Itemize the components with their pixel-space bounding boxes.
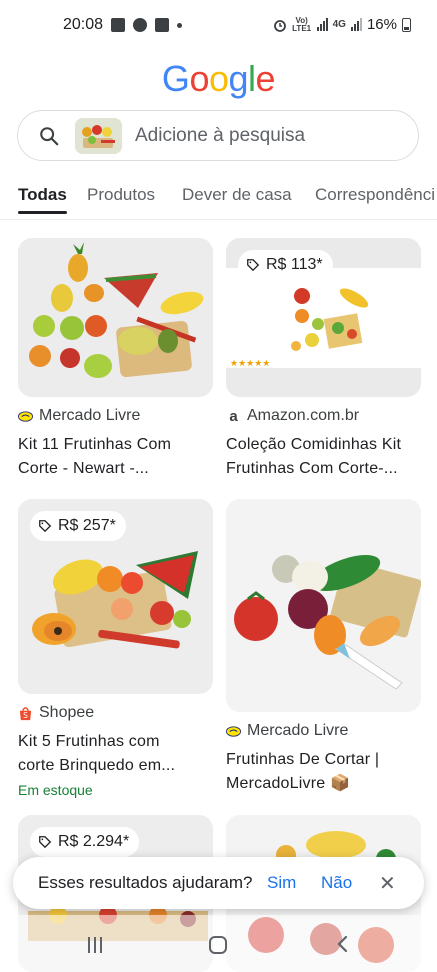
feedback-question: Esses resultados ajudaram? — [38, 873, 253, 892]
title-line: Frutinhas De Cortar | — [226, 751, 380, 768]
tab-todas[interactable]: Todas — [18, 184, 67, 216]
logo-letter: G — [161, 58, 190, 99]
status-right: Vo) LTE1 4G 16% — [273, 16, 411, 33]
signal-1-icon — [316, 18, 328, 31]
price-badge: R$ 113* — [238, 250, 333, 280]
price-tag-icon — [39, 836, 52, 849]
result-image[interactable] — [18, 238, 213, 397]
result-image[interactable]: ★★★★★ R$ 113* — [226, 238, 421, 397]
signal-2-icon — [350, 18, 362, 31]
title-line: Corte - Newart -... — [18, 460, 149, 477]
status-time: 20:08 — [63, 16, 104, 33]
logo-letter: e — [255, 58, 276, 99]
result-source[interactable]: S Shopee — [18, 702, 213, 724]
title-line: MercadoLivre 📦 — [226, 775, 351, 792]
recent-apps-icon[interactable] — [88, 937, 104, 953]
feedback-no-button[interactable]: Não — [321, 873, 352, 893]
logo-letter: o — [189, 58, 209, 99]
mercadolivre-icon — [18, 410, 33, 422]
network-label: Vo) LTE1 — [292, 15, 312, 33]
title-line: Coleção Comidinhas Kit — [226, 436, 402, 453]
result-image[interactable] — [226, 499, 421, 712]
feedback-yes-button[interactable]: Sim — [267, 873, 296, 893]
status-left: 20:08 — [63, 16, 183, 34]
title-line: Kit 11 Frutinhas Com — [18, 436, 172, 453]
svg-text:★★★★★: ★★★★★ — [230, 359, 270, 369]
home-icon[interactable] — [209, 936, 227, 954]
svg-text:S: S — [23, 711, 28, 720]
source-name: Shopee — [39, 704, 95, 721]
battery-icon — [402, 17, 411, 32]
image-notification-icon — [155, 18, 170, 32]
tab-dever-de-casa[interactable]: Dever de casa — [182, 184, 292, 216]
search-bar[interactable] — [17, 110, 419, 161]
search-image-thumbnail[interactable] — [75, 118, 122, 154]
logo-letter: o — [208, 58, 229, 99]
title-line: Kit 5 Frutinhas com — [18, 733, 160, 750]
search-icon[interactable] — [38, 125, 60, 147]
amazon-icon: a — [229, 407, 238, 425]
result-card[interactable]: Mercado Livre Frutinhas De Cortar | Merc… — [226, 499, 421, 796]
tab-produtos[interactable]: Produtos — [87, 184, 155, 216]
tab-correspondencia[interactable]: Correspondênci — [315, 184, 435, 216]
price-text: R$ 2.294* — [58, 833, 130, 850]
price-badge: R$ 257* — [30, 511, 126, 541]
logo-letter: l — [248, 58, 256, 99]
app-notification-icon — [133, 18, 148, 32]
result-source[interactable]: Mercado Livre — [18, 405, 213, 427]
result-card[interactable]: ★★★★★ R$ 113* a Amazon.com.br Coleção Co… — [226, 238, 421, 481]
price-tag-icon — [247, 259, 260, 272]
system-nav-bar — [0, 915, 437, 972]
status-bar: 20:08 Vo) LTE1 4G 16% — [0, 0, 437, 52]
feedback-bar: Esses resultados ajudaram? Sim Não ✕ — [13, 857, 424, 909]
price-text: R$ 257* — [58, 517, 116, 534]
price-text: R$ 113* — [266, 256, 323, 273]
battery-percent: 16% — [366, 16, 397, 33]
logo-letter: g — [228, 58, 249, 99]
filter-tabs: Todas Produtos Dever de casa Correspondê… — [0, 184, 437, 220]
network-4g-label: 4G — [332, 18, 346, 30]
source-name: Amazon.com.br — [247, 407, 360, 424]
result-image[interactable]: R$ 257* — [18, 499, 213, 694]
price-badge: R$ 2.294* — [30, 827, 140, 857]
message-icon — [111, 18, 126, 32]
back-icon[interactable] — [334, 934, 352, 954]
price-tag-icon — [39, 520, 52, 533]
result-title[interactable]: Frutinhas De Cortar | MercadoLivre 📦 — [226, 748, 421, 796]
result-card[interactable]: R$ 257* S Shopee Kit 5 Frutinhas com cor… — [18, 499, 213, 798]
result-title[interactable]: Kit 5 Frutinhas com corte Brinquedo em..… — [18, 730, 213, 778]
result-source[interactable]: Mercado Livre — [226, 720, 421, 742]
source-name: Mercado Livre — [39, 407, 141, 424]
result-title[interactable]: Coleção Comidinhas Kit Frutinhas Com Cor… — [226, 433, 421, 481]
alarm-icon — [273, 19, 286, 32]
close-icon[interactable]: ✕ — [379, 871, 396, 896]
title-line: corte Brinquedo em... — [18, 757, 176, 774]
source-name: Mercado Livre — [247, 722, 349, 739]
stock-status: Em estoque — [18, 782, 93, 798]
more-notifications-icon — [177, 22, 183, 28]
search-input[interactable] — [135, 121, 405, 151]
mercadolivre-icon — [226, 725, 241, 737]
result-source[interactable]: a Amazon.com.br — [226, 405, 421, 427]
title-line: Frutinhas Com Corte-... — [226, 460, 398, 477]
result-title[interactable]: Kit 11 Frutinhas Com Corte - Newart -... — [18, 433, 213, 481]
shopee-icon: S — [19, 706, 32, 720]
google-logo[interactable]: Google — [0, 58, 437, 100]
result-card[interactable]: Mercado Livre Kit 11 Frutinhas Com Corte… — [18, 238, 213, 481]
